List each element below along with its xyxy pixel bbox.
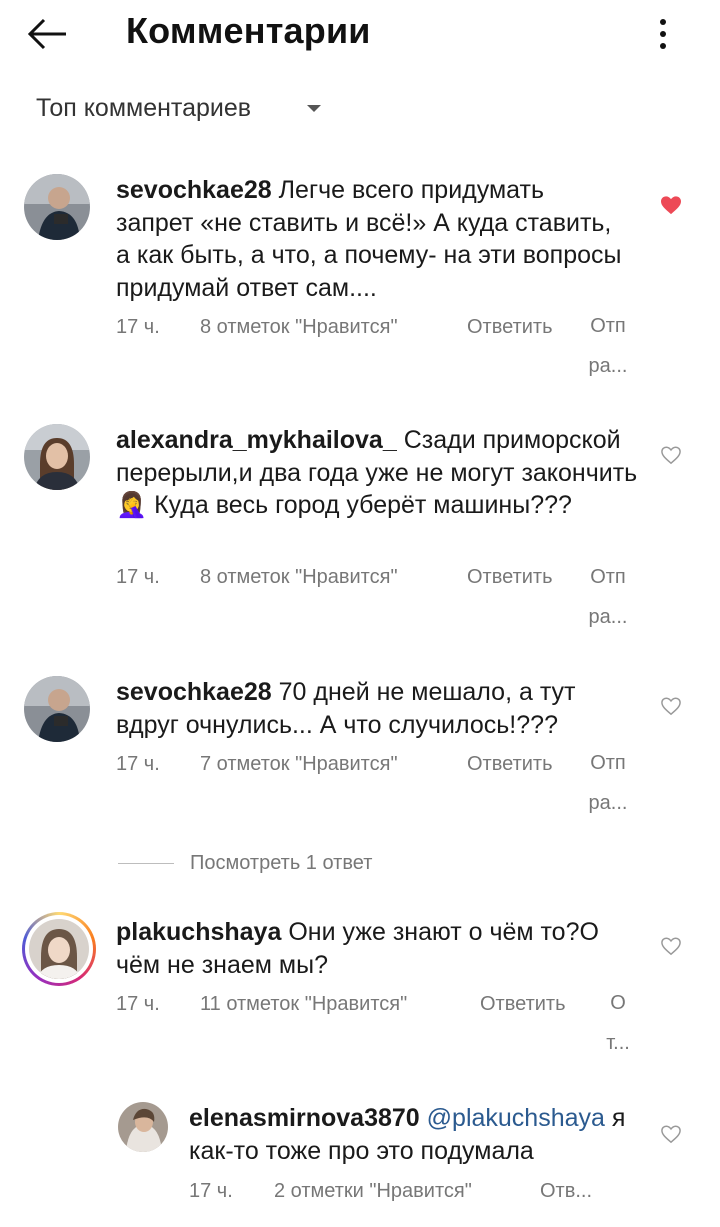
heart-outline-icon[interactable] xyxy=(660,1124,682,1144)
comment-text: alexandra_mykhailova_ Сзади приморской п… xyxy=(116,424,646,522)
likes-count[interactable]: 7 отметок "Нравится" xyxy=(200,753,398,776)
avatar[interactable] xyxy=(118,1102,168,1152)
likes-count[interactable]: 11 отметок "Нравится" xyxy=(200,993,407,1016)
send-button-label-line2: ра... xyxy=(588,792,628,814)
divider-line xyxy=(118,863,174,864)
comment-text: plakuchshaya Они уже знают о чём то?О чё… xyxy=(116,916,636,981)
back-arrow-icon[interactable] xyxy=(26,14,70,54)
heart-filled-icon[interactable] xyxy=(660,195,682,215)
send-button-label-line2: ра... xyxy=(588,355,628,377)
comment-username[interactable]: sevochkae28 xyxy=(116,678,272,706)
view-replies-button[interactable]: Посмотреть 1 ответ xyxy=(118,852,372,875)
reply-username[interactable]: elenasmirnova3870 xyxy=(189,1104,420,1132)
reply-button[interactable]: Ответить xyxy=(480,993,566,1016)
view-replies-label: Посмотреть 1 ответ xyxy=(190,852,373,874)
avatar[interactable] xyxy=(24,174,90,240)
avatar[interactable] xyxy=(24,424,90,490)
avatar[interactable] xyxy=(24,676,90,742)
comment-time: 17 ч. xyxy=(116,753,160,775)
comment-username[interactable]: alexandra_mykhailova_ xyxy=(116,426,397,454)
top-bar: Комментарии xyxy=(0,0,720,70)
reply-mention[interactable]: @plakuchshaya xyxy=(427,1104,605,1132)
comment-text: sevochkae28 Легче всего придумать запрет… xyxy=(116,174,626,304)
heart-outline-icon[interactable] xyxy=(660,445,682,465)
likes-count[interactable]: 8 отметок "Нравится" xyxy=(200,566,398,589)
send-button-label-line1: Отп xyxy=(590,566,626,588)
reply-time: 17 ч. xyxy=(189,1180,233,1202)
comment-username[interactable]: sevochkae28 xyxy=(116,176,272,204)
avatar xyxy=(29,919,89,979)
reply-button[interactable]: Ответить xyxy=(467,316,553,339)
heart-outline-icon[interactable] xyxy=(660,696,682,716)
heart-outline-icon[interactable] xyxy=(660,936,682,956)
send-button[interactable]: О т... xyxy=(598,983,638,1063)
likes-count[interactable]: 2 отметки "Нравится" xyxy=(274,1180,472,1203)
reply-button[interactable]: Ответить xyxy=(467,566,553,589)
send-button-label-line1: Отп xyxy=(590,752,626,774)
reply-button[interactable]: Отв... xyxy=(540,1180,592,1203)
likes-count[interactable]: 8 отметок "Нравится" xyxy=(200,316,398,339)
avatar-story-ring[interactable] xyxy=(22,912,96,986)
comment-username[interactable]: plakuchshaya xyxy=(116,918,281,946)
send-button-label-line1: О xyxy=(610,992,626,1014)
comment-time: 17 ч. xyxy=(116,993,160,1015)
comment-text: sevochkae28 70 дней не мешало, а тут вдр… xyxy=(116,676,616,741)
chevron-down-icon xyxy=(307,104,322,112)
send-button[interactable]: Отп ра... xyxy=(584,743,632,823)
comment-time: 17 ч. xyxy=(116,316,160,338)
comment-time: 17 ч. xyxy=(116,566,160,588)
sort-dropdown[interactable]: Топ комментариев xyxy=(36,90,322,126)
send-button-label-line1: Отп xyxy=(590,315,626,337)
send-button-label-line2: т... xyxy=(606,1032,630,1054)
sort-label: Топ комментариев xyxy=(36,93,252,122)
reply-button[interactable]: Ответить xyxy=(467,753,553,776)
page-title: Комментарии xyxy=(126,10,371,51)
send-button[interactable]: Отп ра... xyxy=(584,306,632,386)
send-button-label-line2: ра... xyxy=(588,606,628,628)
reply-text: elenasmirnova3870 @plakuchshaya я как-то… xyxy=(189,1102,649,1167)
send-button[interactable]: Отп ра... xyxy=(584,557,632,637)
more-options-icon[interactable] xyxy=(648,14,678,54)
reply-meta: 17 ч. 2 отметки "Нравится" Отв... xyxy=(0,1180,720,1204)
